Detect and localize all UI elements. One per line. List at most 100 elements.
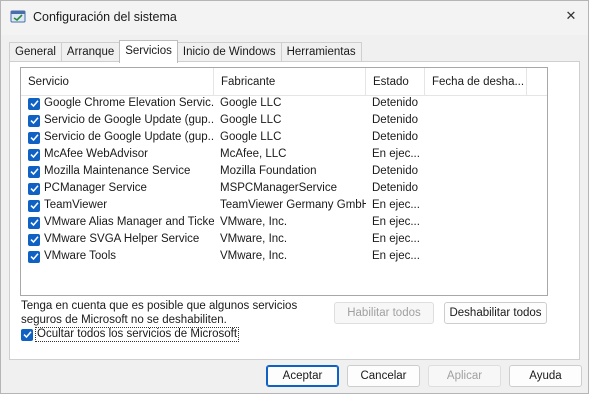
vendor-cell: TeamViewer Germany GmbH [220,199,366,211]
disabled-date-cell [425,146,527,163]
status-cell: Detenido [372,182,419,194]
tab-herramientas[interactable]: Herramientas [280,42,362,62]
disabled-date-cell [425,95,527,112]
vendor-cell: VMware, Inc. [220,216,288,228]
msconfig-icon [10,9,26,25]
vendor-cell: Google LLC [220,114,282,126]
help-button[interactable]: Ayuda [509,365,582,387]
column-header-servicio[interactable]: Servicio [21,68,214,96]
vendor-cell: Google LLC [220,97,282,109]
checkbox-checked-icon[interactable] [28,114,40,127]
hide-microsoft-services-checkbox[interactable]: Ocultar todos los servicios de Microsoft [21,327,240,342]
service-cell: Servicio de Google Update (gup... [21,129,214,146]
disable-all-button[interactable]: Deshabilitar todos [444,302,547,324]
window-title: Configuración del sistema [33,10,177,24]
table-row[interactable]: Servicio de Google Update (gup... Google … [21,112,547,129]
column-header-fabricante[interactable]: Fabricante [214,68,366,96]
service-cell: Mozilla Maintenance Service [21,163,214,180]
disabled-date-cell [425,129,527,146]
service-name: Mozilla Maintenance Service [44,165,191,177]
services-list[interactable]: Servicio Fabricante Estado Fecha de desh… [20,67,548,296]
tab-inicio-de-windows[interactable]: Inicio de Windows [176,42,282,62]
service-name: Google Chrome Elevation Servic... [44,97,214,109]
hide-microsoft-services-label: Ocultar todos los servicios de Microsoft [35,327,240,342]
service-rows: Google Chrome Elevation Servic... Google … [21,95,547,265]
table-row[interactable]: VMware Tools VMware, Inc. En ejec... [21,248,547,265]
column-header-estado[interactable]: Estado [366,68,425,96]
service-cell: VMware Tools [21,248,214,265]
service-name: TeamViewer [44,199,108,211]
table-row[interactable]: PCManager Service MSPCManagerService Deten… [21,180,547,197]
service-cell: Google Chrome Elevation Servic... [21,95,214,112]
apply-button[interactable]: Aplicar [428,365,501,387]
checkbox-checked-icon[interactable] [28,131,40,144]
table-row[interactable]: Google Chrome Elevation Servic... Google … [21,95,547,112]
disabled-date-cell [425,180,527,197]
status-cell: Detenido [372,165,419,177]
vendor-cell: VMware, Inc. [220,233,288,245]
vendor-cell: McAfee, LLC [220,148,287,160]
checkbox-checked-icon[interactable] [28,216,40,229]
service-name: Servicio de Google Update (gup... [44,131,214,143]
tab-general[interactable]: General [9,42,62,62]
checkbox-checked-icon[interactable] [28,199,40,212]
disabled-date-cell [425,163,527,180]
cancel-button[interactable]: Cancelar [347,365,420,387]
vendor-cell: VMware, Inc. [220,250,288,262]
service-cell: VMware Alias Manager and Ticke... [21,214,214,231]
disabled-date-cell [425,214,527,231]
enable-all-button[interactable]: Habilitar todos [334,302,434,324]
table-row[interactable]: VMware Alias Manager and Ticke... VMware,… [21,214,547,231]
table-row[interactable]: VMware SVGA Helper Service VMware, Inc. En… [21,231,547,248]
status-cell: Detenido [372,131,419,143]
system-configuration-window: Configuración del sistema ✕ General Arra… [0,0,589,394]
list-header: Servicio Fabricante Estado Fecha de desh… [21,68,547,96]
service-name: PCManager Service [44,182,147,194]
table-row[interactable]: Mozilla Maintenance Service Mozilla Found… [21,163,547,180]
checkbox-checked-icon[interactable] [28,182,40,195]
vendor-cell: MSPCManagerService [220,182,337,194]
service-name: McAfee WebAdvisor [44,148,148,160]
checkbox-checked-icon[interactable] [28,97,40,110]
tab-strip: General Arranque Servicios Inicio de Win… [9,40,362,63]
tab-servicios[interactable]: Servicios [119,40,178,63]
column-header-fecha-deshabilitado[interactable]: Fecha de desha... [425,68,527,96]
service-cell: TeamViewer [21,197,214,214]
vendor-cell: Google LLC [220,131,282,143]
note-line-2: seguros de Microsoft no se deshabiliten. [21,314,227,326]
disabled-date-cell [425,231,527,248]
table-row[interactable]: McAfee WebAdvisor McAfee, LLC En ejec... [21,146,547,163]
table-row[interactable]: TeamViewer TeamViewer Germany GmbH En ejec… [21,197,547,214]
tab-arranque[interactable]: Arranque [60,42,121,62]
checkbox-checked-icon[interactable] [28,250,40,263]
service-name: VMware Tools [44,250,117,262]
close-button[interactable]: ✕ [558,3,584,29]
service-name: Servicio de Google Update (gup... [44,114,214,126]
ok-button[interactable]: Aceptar [266,365,339,387]
service-cell: VMware SVGA Helper Service [21,231,214,248]
service-name: VMware Alias Manager and Ticke... [44,216,214,228]
service-cell: McAfee WebAdvisor [21,146,214,163]
status-cell: En ejec... [372,216,420,228]
table-row[interactable]: Servicio de Google Update (gup... Google … [21,129,547,146]
disabled-date-cell [425,197,527,214]
disabled-date-cell [425,112,527,129]
microsoft-services-note: Tenga en cuenta que es posible que algun… [21,299,321,327]
disabled-date-cell [425,248,527,265]
checkbox-checked-icon[interactable] [28,165,40,178]
status-cell: En ejec... [372,199,420,211]
close-icon: ✕ [565,8,577,23]
status-cell: Detenido [372,114,419,126]
note-line-1: Tenga en cuenta que es posible que algun… [21,300,298,312]
title-bar[interactable]: Configuración del sistema ✕ [1,1,588,35]
status-cell: Detenido [372,97,419,109]
status-cell: En ejec... [372,233,420,245]
checkbox-checked-icon[interactable] [28,233,40,246]
status-cell: En ejec... [372,250,420,262]
checkbox-checked-icon[interactable] [21,328,33,341]
checkbox-checked-icon[interactable] [28,148,40,161]
status-cell: En ejec... [372,148,420,160]
service-cell: PCManager Service [21,180,214,197]
service-cell: Servicio de Google Update (gup... [21,112,214,129]
vendor-cell: Mozilla Foundation [220,165,317,177]
